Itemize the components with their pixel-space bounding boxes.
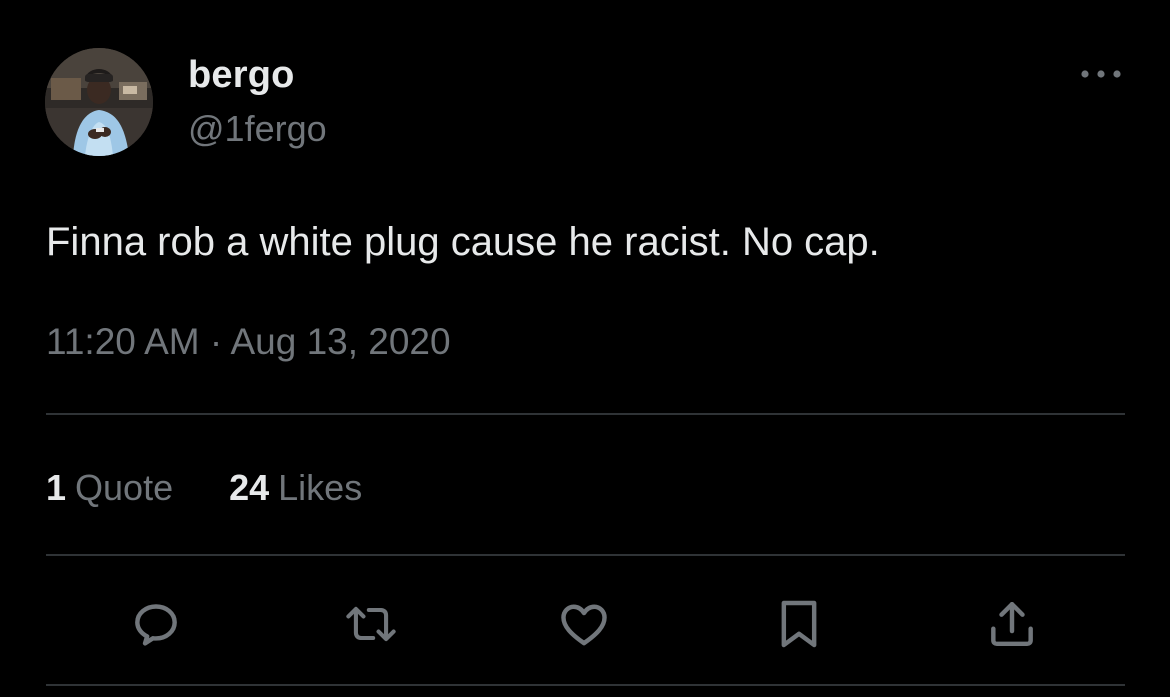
author-handle[interactable]: @1fergo: [188, 106, 327, 152]
quotes-label: Quote: [75, 467, 174, 508]
bookmark-icon: [781, 600, 817, 648]
reply-icon: [135, 604, 177, 646]
tweet-text: Finna rob a white plug cause he racist. …: [46, 220, 880, 264]
engagement-stats: 1 Quote 24 Likes: [46, 464, 362, 512]
quotes-count: 1: [46, 467, 67, 508]
likes-stat[interactable]: 24 Likes: [229, 464, 362, 512]
quotes-stat[interactable]: 1 Quote: [46, 464, 173, 512]
retweet-button[interactable]: [343, 596, 399, 652]
likes-count: 24: [229, 467, 270, 508]
tweet-detail: bergo @1fergo Finna rob a white plug cau…: [0, 0, 1170, 697]
divider: [46, 554, 1125, 556]
divider: [46, 684, 1125, 686]
tweet-timestamp: 11:20 AM · Aug 13, 2020: [46, 319, 451, 365]
like-button[interactable]: [556, 596, 612, 652]
bookmark-button[interactable]: [771, 596, 827, 652]
avatar[interactable]: [45, 48, 153, 156]
reply-button[interactable]: [128, 596, 184, 652]
author-display-name[interactable]: bergo: [188, 52, 295, 98]
retweet-icon: [346, 606, 396, 642]
tweet-time[interactable]: 11:20 AM: [46, 321, 200, 362]
like-icon: [561, 604, 607, 646]
likes-label: Likes: [278, 467, 363, 508]
more-options-icon[interactable]: [1074, 58, 1128, 92]
divider: [46, 413, 1125, 415]
timestamp-separator: ·: [209, 321, 223, 362]
share-button[interactable]: [984, 596, 1040, 652]
tweet-date[interactable]: Aug 13, 2020: [230, 321, 450, 362]
avatar-photo: [45, 48, 153, 156]
share-icon: [991, 601, 1033, 647]
